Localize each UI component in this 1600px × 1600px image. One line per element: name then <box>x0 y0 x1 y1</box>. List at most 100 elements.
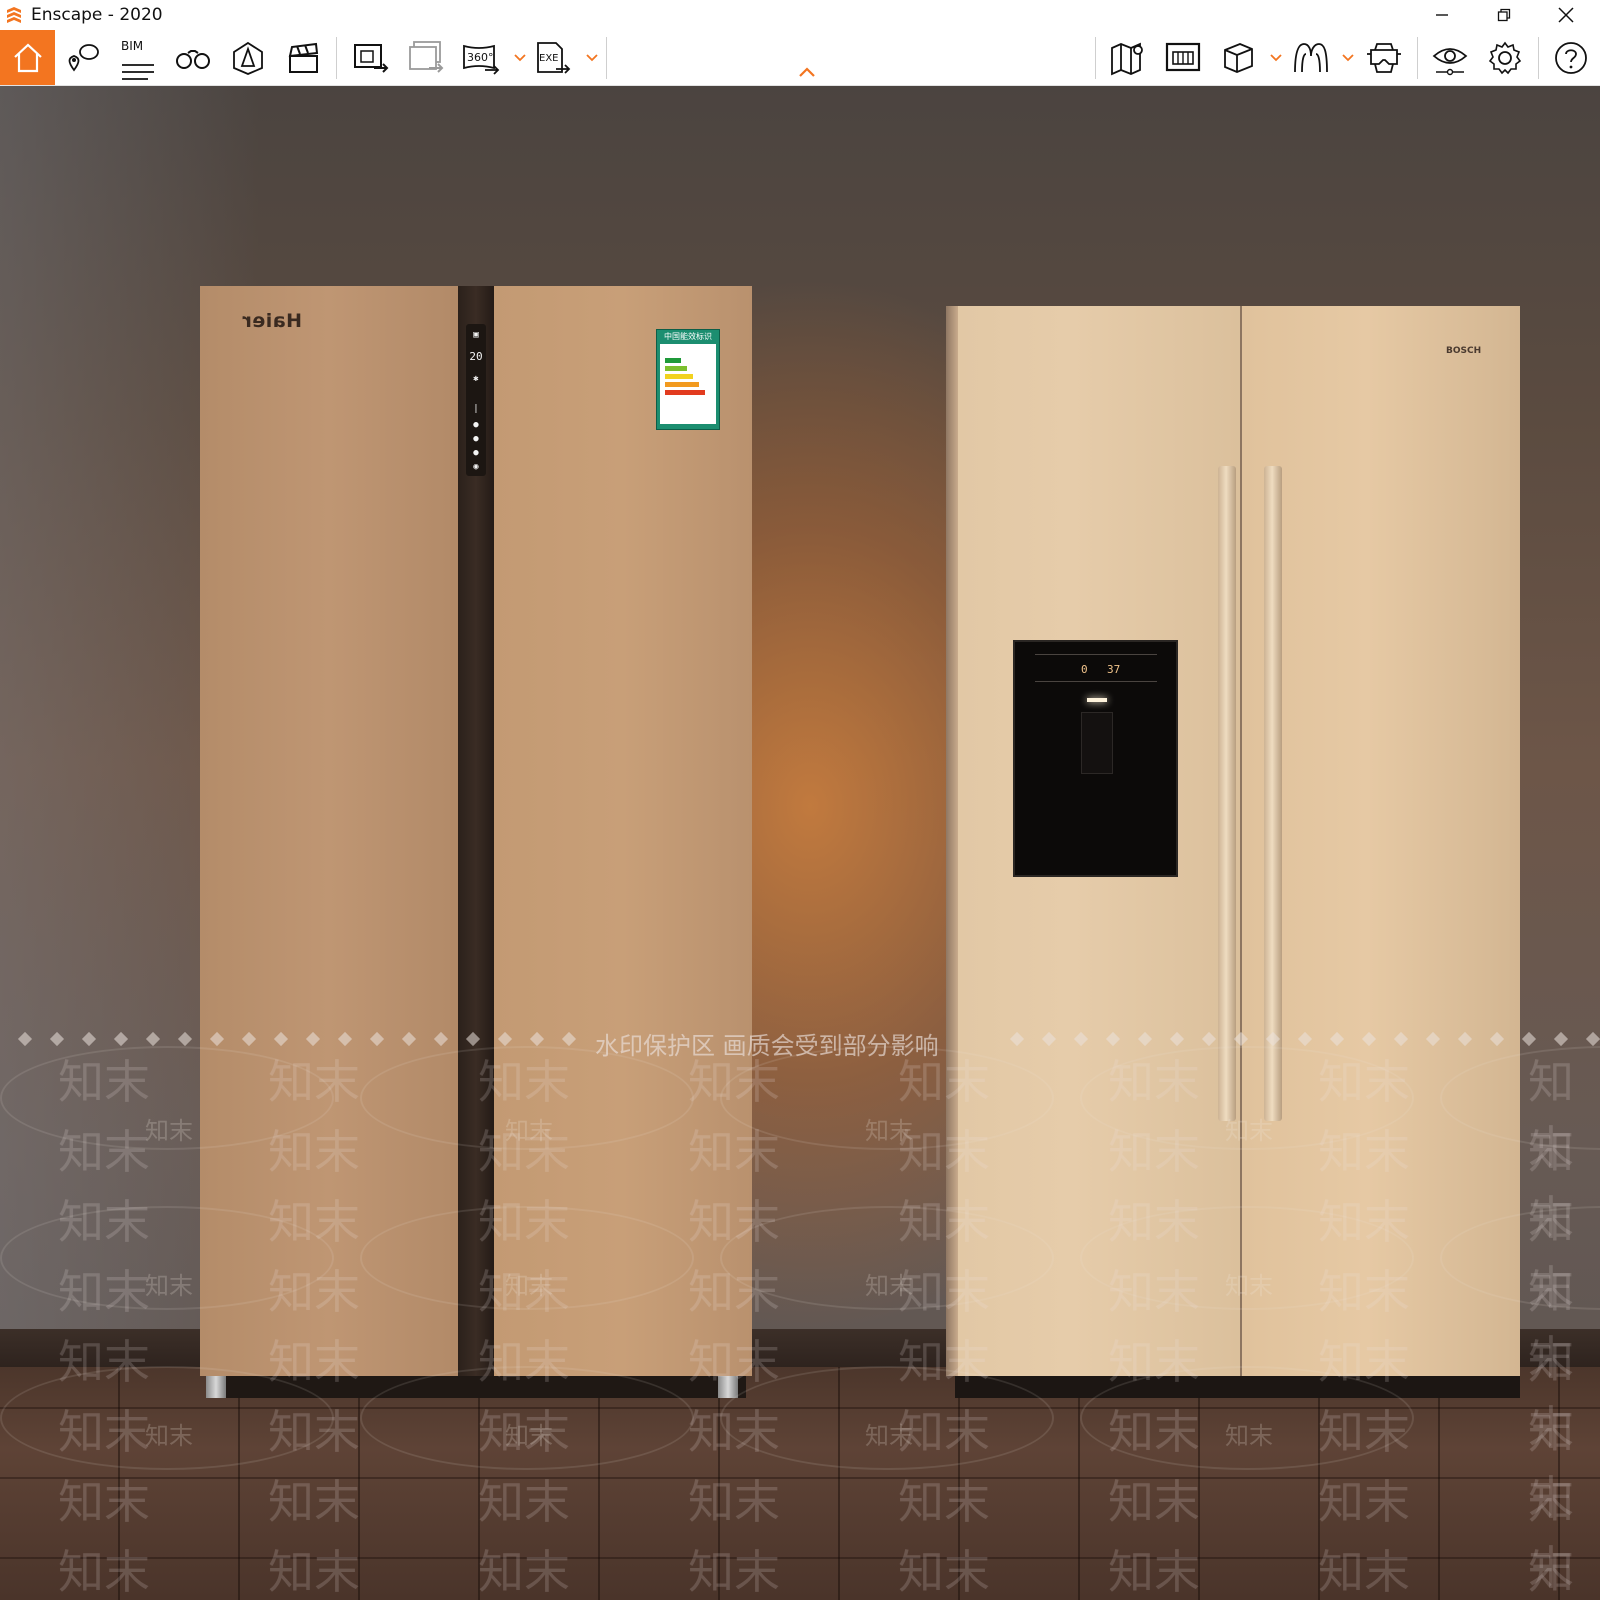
haier-brand-label: Haier <box>242 310 302 332</box>
restore-icon <box>1497 8 1511 22</box>
video-editor-button[interactable] <box>277 30 329 85</box>
svg-text:EXE: EXE <box>539 53 559 64</box>
settings-button[interactable] <box>1479 30 1531 85</box>
watermark-dot <box>241 1031 257 1047</box>
watermark-ellipse <box>360 1206 694 1310</box>
minimize-button[interactable] <box>1412 0 1472 30</box>
batch-render-button[interactable] <box>400 30 452 85</box>
watermark-tile: 知末 <box>478 1545 570 1599</box>
energy-bar <box>665 358 681 363</box>
watermark-ellipse <box>1080 1366 1414 1470</box>
toolbar-separator <box>1538 37 1539 79</box>
watermark-dot <box>1105 1031 1121 1047</box>
enscape-toolbar: BIM 360° EXE <box>0 30 1600 86</box>
binoculars-icon <box>176 49 210 69</box>
watermark-dot <box>1009 1031 1025 1047</box>
asset-library-button[interactable] <box>1157 30 1209 85</box>
atmosphere-button[interactable] <box>1285 30 1337 85</box>
toolbar-separator <box>1417 37 1418 79</box>
material-dropdown-icon[interactable] <box>1269 50 1283 64</box>
watermark-tile: 知末 <box>58 1475 150 1529</box>
visual-settings-button[interactable] <box>1424 30 1476 85</box>
eye-icon <box>1432 47 1468 75</box>
watermark-tile: 知末 <box>1318 1475 1410 1529</box>
panorama-360-icon: 360° <box>463 44 500 75</box>
material-editor-button[interactable] <box>1212 30 1264 85</box>
energy-label-title: 中国能效标识 <box>664 332 712 341</box>
watermark-tile: 知末 <box>688 1545 780 1599</box>
standalone-dropdown-icon[interactable] <box>585 50 599 64</box>
vr-button[interactable] <box>1358 30 1410 85</box>
watermark-dot <box>177 1031 193 1047</box>
watermark-dot <box>337 1031 353 1047</box>
walk-mode-button[interactable] <box>167 30 219 85</box>
watermark-ellipse <box>0 1046 334 1150</box>
watermark-dot <box>1489 1031 1505 1047</box>
batch-export-icon <box>409 40 444 73</box>
dispenser-temp-left: 0 <box>1081 663 1088 676</box>
render-viewport[interactable]: Haier ▣ 20 ✱ | ● ● ● ◉ 中国能效标识 BOSCH 0 37… <box>0 86 1600 1600</box>
vr-headset-icon <box>1367 42 1401 73</box>
chevron-up-icon[interactable] <box>798 66 816 78</box>
display-icon: ◉ <box>473 462 479 472</box>
energy-efficiency-label: 中国能效标识 <box>656 329 720 430</box>
gear-icon <box>1488 41 1522 74</box>
svg-text:360°: 360° <box>467 51 494 64</box>
home-icon <box>13 43 42 72</box>
bim-button[interactable]: BIM <box>112 30 164 85</box>
render-mode-button[interactable] <box>222 30 274 85</box>
toolbar-separator <box>606 37 607 79</box>
watermark-tile: 知末 <box>1318 1545 1410 1599</box>
standalone-button[interactable]: EXE <box>527 30 579 85</box>
cube-icon <box>1224 42 1253 73</box>
panorama-dropdown-icon[interactable] <box>513 50 527 64</box>
map-button[interactable] <box>1102 30 1154 85</box>
display-icon: ✱ <box>473 374 479 384</box>
display-icon: ● <box>473 420 479 430</box>
display-icon: | <box>473 404 479 414</box>
watermark-dot <box>1041 1031 1057 1047</box>
screenshot-button[interactable] <box>345 30 397 85</box>
watermark-tile: 知末 <box>1108 1475 1200 1529</box>
watermark-dot <box>529 1031 545 1047</box>
export-exe-icon: EXE <box>537 41 571 74</box>
views-button[interactable] <box>57 30 109 85</box>
water-ice-dispenser: 0 37 <box>1013 640 1178 877</box>
home-button[interactable] <box>0 30 55 85</box>
watermark-dot <box>1361 1031 1377 1047</box>
character-icon <box>1294 42 1328 72</box>
clapperboard-icon <box>288 42 319 73</box>
haier-control-display: ▣ 20 ✱ | ● ● ● ◉ <box>466 324 486 476</box>
watermark-dot <box>1137 1031 1153 1047</box>
bim-label: BIM <box>121 39 144 53</box>
display-icon: ● <box>473 434 479 444</box>
bosch-right-handle <box>1264 466 1282 1121</box>
help-button[interactable] <box>1546 30 1596 85</box>
energy-bar <box>665 374 693 379</box>
minimize-icon <box>1436 14 1448 16</box>
atmosphere-dropdown-icon[interactable] <box>1341 50 1355 64</box>
watermark-dot <box>1073 1031 1089 1047</box>
watermark-tile: 知末 <box>898 1475 990 1529</box>
watermark-tile: 知末 <box>268 1475 360 1529</box>
watermark-ellipse <box>0 1366 334 1470</box>
watermark-dot <box>1297 1031 1313 1047</box>
enscape-logo-icon <box>7 7 21 23</box>
watermark-tile: 知末 <box>58 1545 150 1599</box>
energy-label-body <box>660 344 716 424</box>
watermark-dot <box>273 1031 289 1047</box>
panorama-button[interactable]: 360° <box>455 30 507 85</box>
toolbar-separator <box>336 37 337 79</box>
watermark-ellipse <box>360 1366 694 1470</box>
watermark-ellipse <box>1080 1046 1414 1150</box>
cone-light-icon <box>233 41 263 75</box>
watermark-ellipse <box>1080 1206 1414 1310</box>
close-button[interactable] <box>1536 0 1596 30</box>
window-title: Enscape - 2020 <box>31 5 163 25</box>
watermark-dot <box>497 1031 513 1047</box>
watermark-dot <box>1425 1031 1441 1047</box>
watermark-dot <box>81 1031 97 1047</box>
export-image-icon <box>354 43 389 73</box>
watermark-tile: 知末 <box>688 1475 780 1529</box>
restore-button[interactable] <box>1474 0 1534 30</box>
